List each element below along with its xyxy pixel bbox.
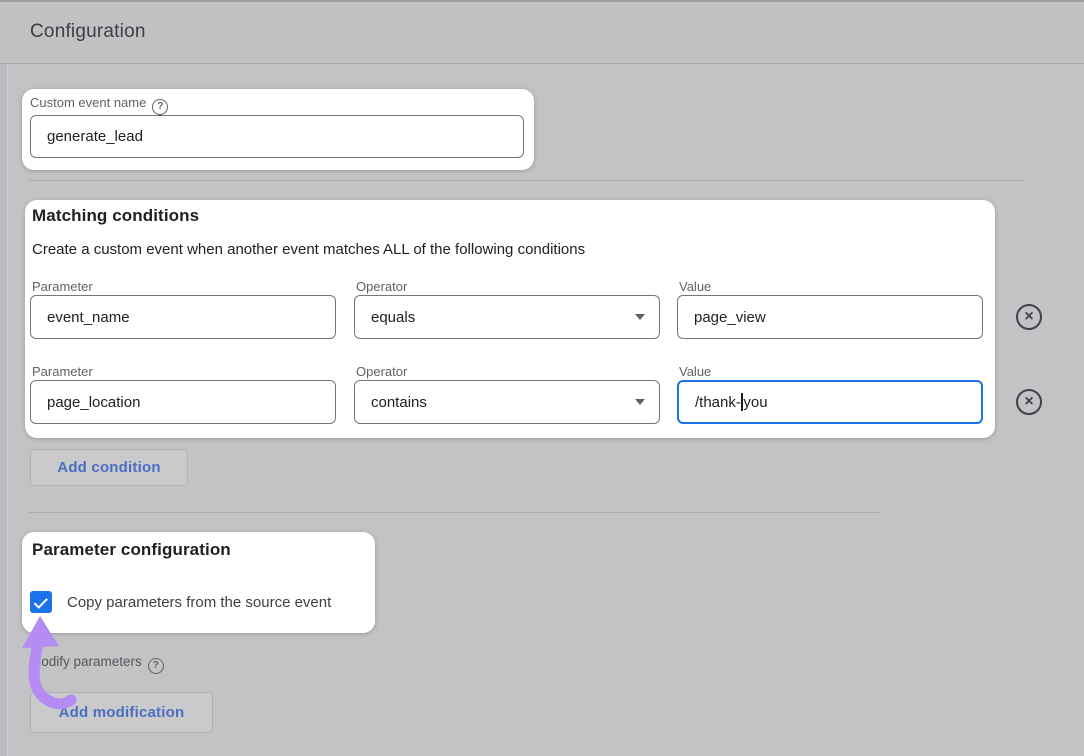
operator-label: Operator [356,279,407,294]
value-input-focused[interactable]: /thank-you [677,380,983,424]
help-icon[interactable]: ? [148,658,164,674]
parameter-configuration-card: Parameter configuration Copy parameters … [22,532,375,633]
section-divider [28,180,1025,181]
custom-event-name-card: Custom event name? generate_lead [22,89,534,170]
copy-parameters-label: Copy parameters from the source event [67,594,331,611]
matching-conditions-description: Create a custom event when another event… [32,241,585,258]
remove-condition-button[interactable]: × [1016,389,1042,415]
parameter-label: Parameter [32,364,93,379]
close-icon: × [1024,309,1033,325]
custom-event-name-label: Custom event name? [30,95,168,115]
left-pane-edge [0,65,8,756]
checkmark-icon [33,594,47,608]
help-icon[interactable]: ? [152,99,168,115]
matching-conditions-card: Matching conditions Create a custom even… [25,200,995,438]
page-title: Configuration [30,21,146,43]
copy-parameters-checkbox[interactable] [30,591,52,613]
configuration-page: Configuration Custom event name? generat… [0,0,1084,756]
parameter-configuration-title: Parameter configuration [32,540,231,560]
value-input[interactable]: page_view [677,295,983,339]
modify-parameters-label: Modify parameters? [30,654,164,674]
custom-event-name-input[interactable]: generate_lead [30,115,524,158]
section-divider [28,512,881,513]
add-modification-button[interactable]: Add modification [30,692,213,733]
caret-down-icon [635,399,645,405]
matching-conditions-title: Matching conditions [32,206,199,226]
add-condition-button[interactable]: Add condition [30,449,188,486]
parameter-label: Parameter [32,279,93,294]
value-label: Value [679,364,711,379]
close-icon: × [1024,394,1033,410]
remove-condition-button[interactable]: × [1016,304,1042,330]
operator-select[interactable]: contains [354,380,660,424]
parameter-input[interactable]: page_location [30,380,336,424]
parameter-input[interactable]: event_name [30,295,336,339]
operator-select[interactable]: equals [354,295,660,339]
custom-event-name-value: generate_lead [47,128,143,145]
operator-label: Operator [356,364,407,379]
caret-down-icon [635,314,645,320]
page-header: Configuration [0,2,1084,64]
value-label: Value [679,279,711,294]
